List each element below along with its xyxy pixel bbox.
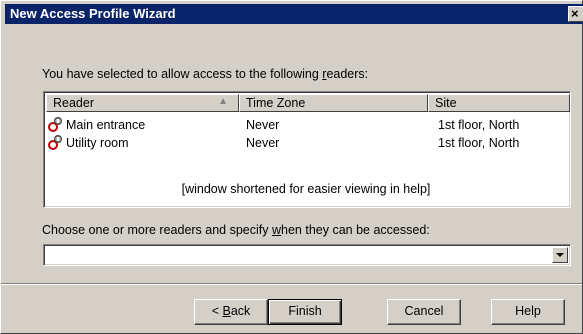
- time-zone-combobox[interactable]: [43, 244, 571, 266]
- readers-list[interactable]: Reader ▲ Time Zone Site Main entrance Ne…: [43, 91, 571, 208]
- column-header-site[interactable]: Site: [428, 94, 570, 112]
- cell-reader: Utility room: [66, 136, 129, 150]
- window-title: New Access Profile Wizard: [10, 6, 176, 21]
- title-bar[interactable]: New Access Profile Wizard ×: [5, 4, 583, 24]
- cell-site: 1st floor, North: [438, 118, 520, 132]
- reader-icon: [48, 135, 62, 150]
- sort-ascending-icon: ▲: [218, 96, 228, 107]
- cell-time-zone: Never: [246, 136, 280, 150]
- reader-icon: [48, 117, 62, 132]
- close-button[interactable]: ×: [568, 6, 583, 22]
- list-header: Reader ▲ Time Zone Site: [46, 94, 570, 112]
- cell-site: 1st floor, North: [438, 136, 520, 150]
- button-divider: [1, 283, 582, 285]
- shortened-window-note: [window shortened for easier viewing in …: [181, 182, 431, 196]
- list-row[interactable]: Main entrance Never 1st floor, North: [46, 116, 566, 134]
- cell-time-zone: Never: [246, 118, 280, 132]
- finish-button[interactable]: Finish: [268, 299, 342, 325]
- combobox-dropdown-button[interactable]: [552, 247, 568, 263]
- list-row[interactable]: Utility room Never 1st floor, North: [46, 134, 566, 152]
- close-icon: ×: [571, 6, 579, 21]
- column-header-time-zone[interactable]: Time Zone: [239, 94, 428, 112]
- wizard-window: New Access Profile Wizard × You have sel…: [0, 0, 583, 334]
- column-header-reader[interactable]: Reader ▲: [46, 94, 239, 112]
- cell-reader: Main entrance: [66, 118, 146, 132]
- chevron-down-icon: [556, 253, 564, 257]
- cancel-button[interactable]: Cancel: [387, 299, 461, 325]
- intro-label: You have selected to allow access to the…: [42, 67, 369, 81]
- back-button[interactable]: < Back: [194, 299, 268, 325]
- choose-readers-label: Choose one or more readers and specify w…: [42, 223, 430, 237]
- help-button[interactable]: Help: [491, 299, 565, 325]
